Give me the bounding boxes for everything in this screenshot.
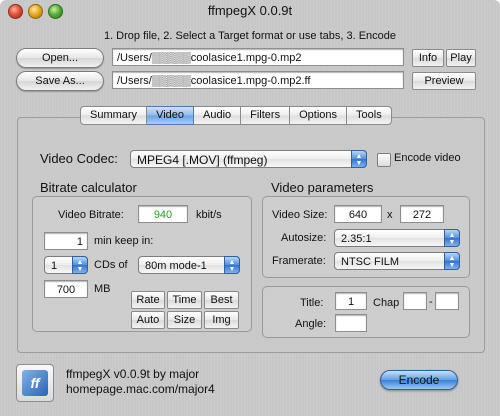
framerate-value: NTSC FILM (341, 256, 400, 268)
video-bitrate-field[interactable]: 940 (138, 205, 188, 223)
logo-glyph: ff (22, 370, 48, 396)
auto-button[interactable]: Auto (131, 311, 165, 329)
tab-audio[interactable]: Audio (194, 106, 242, 125)
popup-arrows-icon: ▲ ▼ (444, 229, 460, 247)
minutes-field[interactable]: 1 (44, 232, 88, 250)
video-bitrate-label: Video Bitrate: (58, 209, 124, 221)
info-button[interactable]: Info (412, 49, 444, 67)
megabytes-field[interactable]: 700 (44, 280, 88, 298)
video-parameters-title: Video parameters (271, 180, 374, 195)
encode-button[interactable]: Encode (380, 370, 458, 390)
popup-arrows-icon: ▲ ▼ (444, 252, 460, 270)
title-bar[interactable]: ffmpegX 0.0.9t (0, 0, 500, 22)
autosize-value: 2.35:1 (341, 233, 372, 245)
preview-button[interactable]: Preview (412, 72, 476, 90)
title-field[interactable]: 1 (335, 292, 367, 310)
encode-video-checkbox[interactable] (377, 153, 391, 167)
autosize-label: Autosize: (281, 232, 327, 244)
popup-arrows-icon: ▲ ▼ (224, 256, 240, 274)
homepage-text: homepage.mac.com/major4 (66, 382, 215, 396)
bitrate-calculator-title: Bitrate calculator (40, 180, 137, 195)
img-button[interactable]: Img (204, 311, 239, 329)
cd-type-popup[interactable]: 80m mode-1 ▲ ▼ (138, 256, 240, 274)
cd-count-popup[interactable]: 1 ▲ ▼ (44, 256, 88, 274)
video-codec-value: MPEG4 [.MOV] (ffmpeg) (137, 153, 268, 167)
minimize-button[interactable] (28, 4, 43, 19)
tab-bar: Summary Video Audio Filters Options Tool… (80, 106, 392, 125)
ffmpegx-logo-icon: ff (16, 364, 54, 402)
angle-label: Angle: (295, 318, 327, 330)
cd-count-value: 1 (51, 260, 58, 272)
size-x-label: x (387, 209, 393, 221)
tab-filters[interactable]: Filters (241, 106, 291, 125)
video-codec-label: Video Codec: (40, 151, 118, 166)
popup-arrows-icon: ▲ ▼ (351, 150, 367, 168)
video-height-field[interactable]: 272 (400, 205, 444, 223)
cd-type-value: 80m mode-1 (145, 260, 207, 272)
size-button[interactable]: Size (167, 311, 202, 329)
mb-label: MB (94, 283, 111, 295)
instructions-text: 1. Drop file, 2. Select a Target format … (103, 30, 397, 42)
bitrate-unit-label: kbit/s (196, 209, 222, 221)
version-text: ffmpegX v0.0.9t by major (66, 367, 200, 381)
autosize-popup[interactable]: 2.35:1 ▲ ▼ (334, 229, 460, 247)
tab-summary[interactable]: Summary (80, 106, 148, 125)
chapter-label: Chap (373, 297, 400, 309)
chapter-end-field[interactable] (435, 292, 459, 310)
min-keep-in-label: min keep in: (94, 235, 154, 247)
cds-of-label: CDs of (94, 259, 128, 271)
close-button[interactable] (8, 4, 23, 19)
zoom-button[interactable] (48, 4, 63, 19)
title-label: Title: (300, 297, 324, 309)
video-codec-popup[interactable]: MPEG4 [.MOV] (ffmpeg) ▲ ▼ (130, 150, 367, 168)
video-size-label: Video Size: (272, 209, 328, 221)
open-button[interactable]: Open... (16, 48, 104, 68)
framerate-popup[interactable]: NTSC FILM ▲ ▼ (334, 252, 460, 270)
angle-field[interactable] (335, 314, 367, 332)
video-width-field[interactable]: 640 (334, 205, 382, 223)
play-button[interactable]: Play (446, 49, 476, 67)
chapter-dash: - (429, 296, 433, 308)
target-file-field[interactable]: /Users/▒▒▒▒▒coolasice1.mpg-0.mp2.ff (112, 71, 404, 89)
save-as-button[interactable]: Save As... (16, 71, 104, 91)
rate-button[interactable]: Rate (131, 291, 165, 309)
window-title: ffmpegX 0.0.9t (207, 3, 293, 18)
chapter-start-field[interactable] (403, 292, 427, 310)
best-button[interactable]: Best (204, 291, 239, 309)
popup-arrows-icon: ▲ ▼ (72, 256, 88, 274)
time-button[interactable]: Time (167, 291, 202, 309)
tab-options[interactable]: Options (290, 106, 348, 125)
source-file-field[interactable]: /Users/▒▒▒▒▒coolasice1.mpg-0.mp2 (112, 48, 404, 66)
encode-video-label: Encode video (394, 152, 461, 164)
framerate-label: Framerate: (272, 255, 326, 267)
app-window: ffmpegX 0.0.9t 1. Drop file, 2. Select a… (0, 0, 500, 416)
tab-video[interactable]: Video (147, 106, 194, 125)
tab-tools[interactable]: Tools (347, 106, 392, 125)
